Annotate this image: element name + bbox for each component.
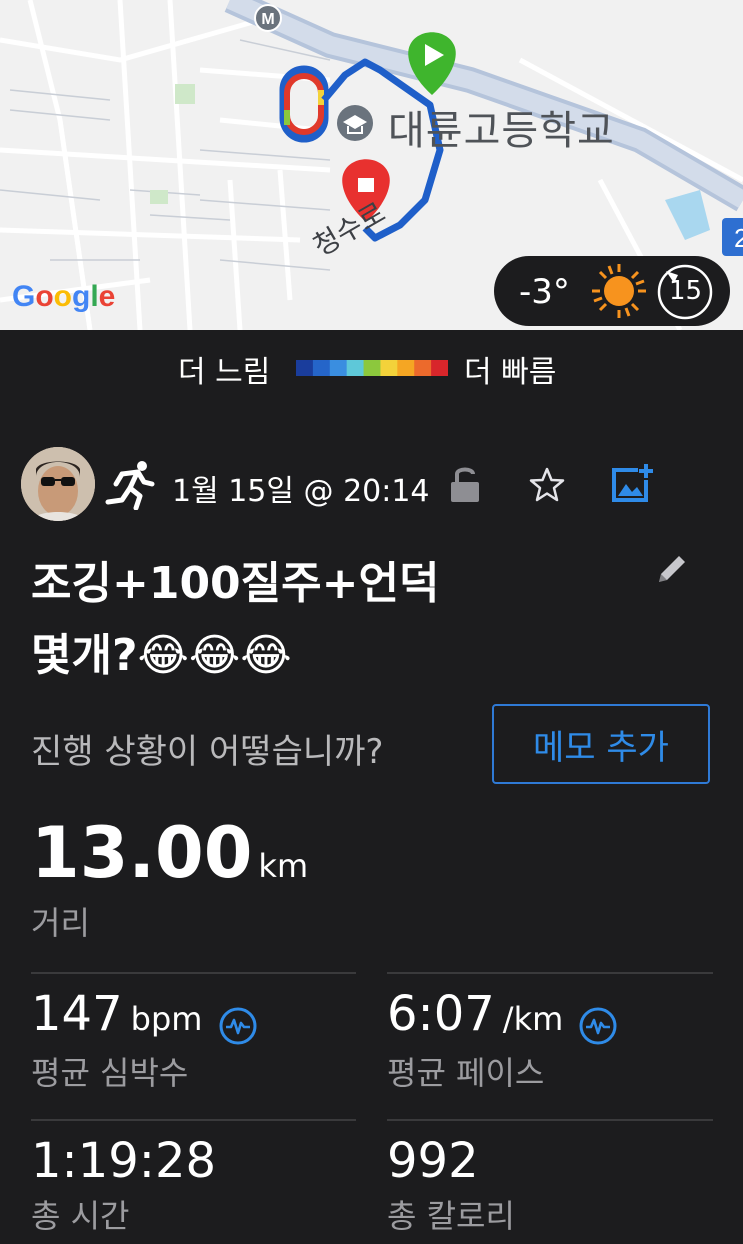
- heart-rate-label: 평균 심박수: [31, 1053, 189, 1092]
- unlock-icon[interactable]: [449, 464, 481, 504]
- legend-slower: 더 느림: [178, 355, 271, 390]
- route-map[interactable]: M 2 대륜고등학교 청수로 Google -3° 15: [0, 0, 743, 330]
- total-time-value: 1:19:28: [31, 1133, 217, 1189]
- weather-badge: -3° 15: [494, 256, 730, 326]
- school-label: 대륜고등학교: [388, 108, 615, 154]
- legend-color-segment: [346, 360, 365, 376]
- distance-label: 거리: [31, 904, 90, 942]
- legend-color-segment: [329, 360, 348, 376]
- legend-color-segment: [296, 360, 314, 376]
- running-icon: [105, 461, 155, 510]
- add-photo-icon[interactable]: [610, 462, 654, 504]
- calories-label: 총 칼로리: [387, 1197, 515, 1235]
- metro-marker-label: M: [261, 11, 274, 28]
- legend-color-segment: [312, 360, 331, 376]
- activity-date: 1월 15일 @ 20:14: [172, 474, 430, 509]
- pace-legend: 더 느림 더 빠름: [0, 345, 743, 390]
- divider: [31, 1119, 356, 1121]
- divider: [387, 1119, 713, 1121]
- progress-question: 진행 상황이 어떻습니까?: [31, 732, 384, 772]
- total-time-stat[interactable]: 1:19:28 총 시간: [31, 1133, 216, 1237]
- activity-title[interactable]: 조깅+100질주+언덕 몇개?😂😂😂: [31, 548, 631, 692]
- activity-title-line2: 몇개?😂😂😂: [31, 630, 292, 681]
- edge-badge-label: 2: [734, 223, 743, 253]
- heart-rate-chart-icon: [219, 1007, 257, 1044]
- activity-title-line1: 조깅+100질주+언덕: [31, 558, 440, 609]
- pace-unit: /km: [502, 1000, 564, 1038]
- sun-icon: [592, 264, 646, 318]
- distance-value-row: 13.00 km: [31, 812, 308, 894]
- heart-rate-value: 147: [31, 986, 123, 1042]
- legend-color-segment: [414, 360, 432, 376]
- temperature: -3°: [519, 272, 570, 312]
- google-logo: Google: [12, 280, 116, 313]
- add-memo-button[interactable]: 메모 추가: [492, 704, 710, 784]
- distance-unit: km: [258, 847, 309, 885]
- legend-color-segment: [431, 360, 448, 376]
- distance-value: 13.00: [31, 812, 253, 894]
- avg-heart-rate-stat[interactable]: 147 bpm 평균 심박수: [31, 986, 258, 1094]
- legend-color-segment: [397, 360, 415, 376]
- avg-pace-stat[interactable]: 6:07/km 평균 페이스: [387, 986, 618, 1094]
- pace-chart-icon: [579, 1007, 617, 1044]
- calories-stat[interactable]: 992 총 칼로리: [387, 1133, 515, 1237]
- legend-color-segment: [380, 360, 398, 376]
- heart-rate-unit: bpm: [130, 1000, 203, 1038]
- avatar[interactable]: [21, 447, 95, 521]
- legend-color-segment: [363, 360, 381, 376]
- total-time-label: 총 시간: [31, 1197, 130, 1235]
- divider: [387, 972, 713, 974]
- pace-value: 6:07: [387, 986, 495, 1042]
- edit-pencil-icon[interactable]: [655, 552, 689, 586]
- pace-label: 평균 페이스: [387, 1053, 545, 1092]
- wind-speed: 15: [669, 276, 703, 306]
- star-icon[interactable]: [528, 466, 566, 504]
- legend-faster: 더 빠름: [464, 355, 557, 390]
- pace-gradient-bar: [296, 360, 448, 376]
- calories-value: 992: [387, 1133, 479, 1189]
- divider: [31, 972, 356, 974]
